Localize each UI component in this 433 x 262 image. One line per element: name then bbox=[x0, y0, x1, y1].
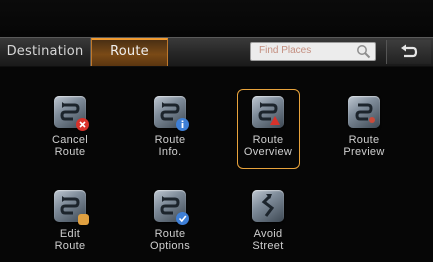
menu-item-label: Edit Route bbox=[54, 228, 86, 252]
route-info-icon bbox=[154, 96, 189, 131]
info-badge-icon bbox=[176, 118, 189, 131]
search-input[interactable]: Find Places bbox=[250, 42, 376, 61]
route-overview-icon bbox=[252, 96, 284, 128]
navigation-screen: Destination Route Find Places Cancel Rou… bbox=[0, 0, 433, 262]
route-preview-icon bbox=[348, 96, 380, 128]
menu-item-route-overview[interactable]: Route Overview bbox=[228, 96, 308, 158]
tab-bar: Destination Route Find Places bbox=[0, 37, 433, 67]
menu-item-label: Cancel Route bbox=[51, 134, 89, 158]
menu-item-route-info[interactable]: Route Info. bbox=[130, 96, 210, 158]
edit-route-icon bbox=[54, 190, 89, 225]
tab-destination[interactable]: Destination bbox=[0, 38, 91, 66]
screen-bezel bbox=[0, 0, 433, 36]
menu-item-route-options[interactable]: Route Options bbox=[130, 190, 210, 252]
edit-badge-icon bbox=[78, 214, 89, 225]
menu-item-label: Route Preview bbox=[343, 134, 385, 158]
options-badge-icon bbox=[176, 212, 189, 225]
back-button[interactable] bbox=[386, 40, 431, 64]
menu-item-edit-route[interactable]: Edit Route bbox=[30, 190, 110, 252]
menu-item-label: Route Options bbox=[149, 228, 190, 252]
route-options-icon bbox=[154, 190, 189, 225]
tab-route[interactable]: Route bbox=[91, 38, 168, 66]
menu-item-label: Avoid Street bbox=[252, 228, 284, 252]
menu-item-cancel-route[interactable]: Cancel Route bbox=[30, 96, 110, 158]
menu-item-label: Route Info. bbox=[154, 134, 186, 158]
menu-item-avoid-street[interactable]: Avoid Street bbox=[228, 190, 308, 252]
menu-item-route-preview[interactable]: Route Preview bbox=[324, 96, 404, 158]
avoid-street-icon bbox=[252, 190, 284, 222]
menu-item-label: Route Overview bbox=[243, 134, 293, 158]
search-placeholder: Find Places bbox=[259, 45, 312, 56]
back-arrow-icon bbox=[401, 44, 418, 58]
cancel-badge-icon bbox=[76, 118, 89, 131]
search-icon[interactable] bbox=[356, 44, 371, 59]
cancel-route-icon bbox=[54, 96, 89, 131]
